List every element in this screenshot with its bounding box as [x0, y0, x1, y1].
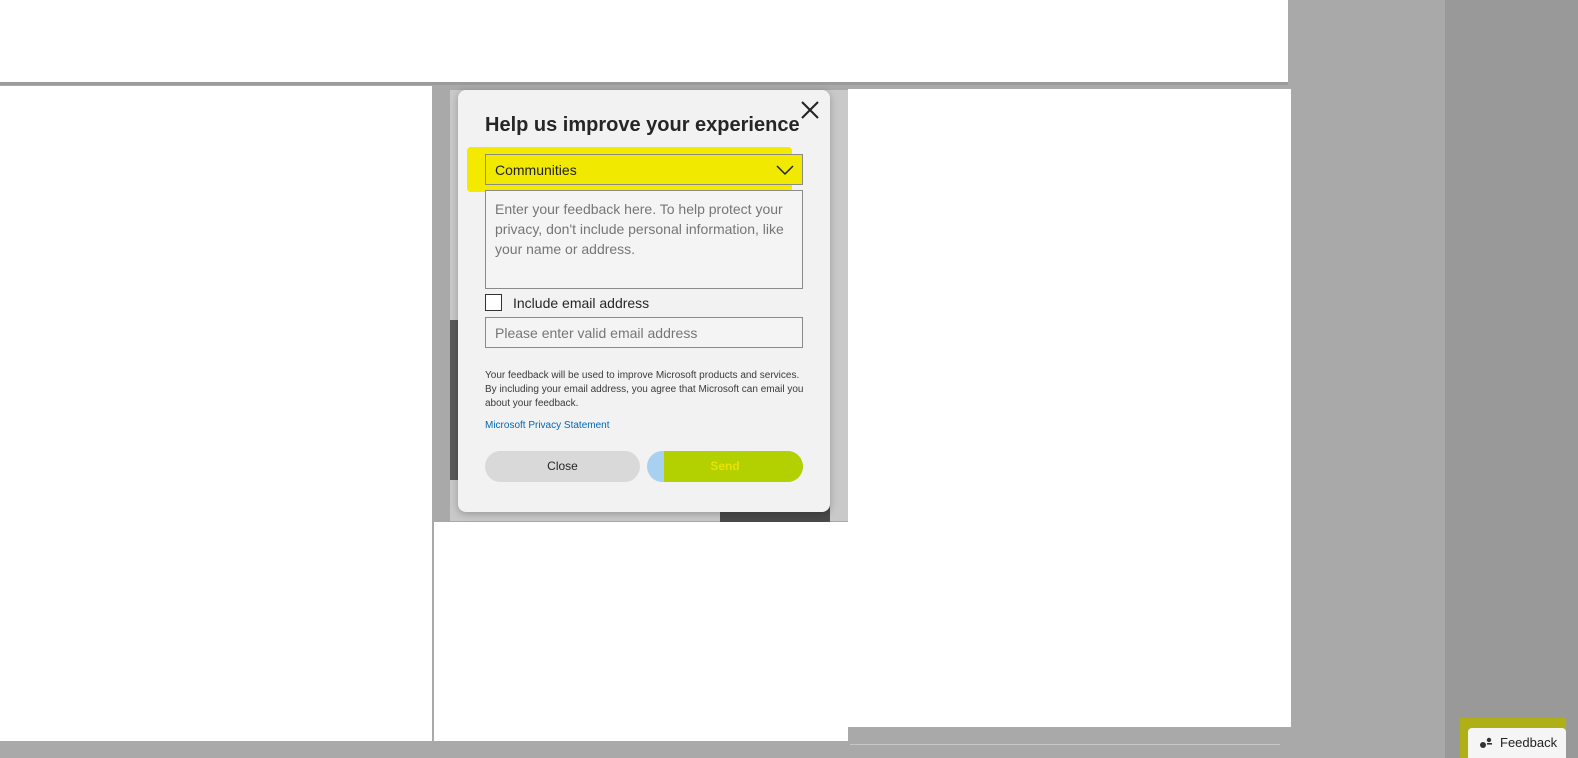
- feedback-button-label: Feedback: [1500, 735, 1558, 750]
- feedback-icon: [1478, 735, 1494, 751]
- feedback-disclaimer: Your feedback will be used to improve Mi…: [485, 370, 804, 409]
- dialog-title: Help us improve your experience: [485, 114, 800, 136]
- page-right-scroll-area: [1445, 0, 1578, 758]
- header-divider: [0, 82, 1288, 85]
- close-icon[interactable]: [796, 96, 824, 124]
- feedback-dialog: Help us improve your experience Communit…: [458, 90, 830, 512]
- feedback-button[interactable]: Feedback: [1468, 728, 1566, 758]
- send-button[interactable]: Send: [647, 451, 803, 482]
- include-email-label: Include email address: [513, 295, 650, 311]
- privacy-statement-link[interactable]: Microsoft Privacy Statement: [485, 420, 609, 431]
- close-button[interactable]: Close: [485, 451, 640, 482]
- category-select-value: Communities: [495, 162, 577, 178]
- feedback-textarea[interactable]: Enter your feedback here. To help protec…: [485, 190, 803, 289]
- page-center-lower: [434, 522, 848, 741]
- chevron-down-icon: [776, 163, 794, 177]
- page-right-panel: [848, 89, 1291, 727]
- include-email-checkbox[interactable]: [485, 294, 502, 311]
- page-left-panel: [0, 86, 432, 741]
- page-header-area: [0, 0, 1288, 82]
- email-field[interactable]: Please enter valid email address: [485, 317, 803, 348]
- send-button-label: Send: [710, 459, 740, 473]
- category-select[interactable]: Communities: [485, 154, 803, 185]
- page-bottom-divider: [850, 744, 1280, 745]
